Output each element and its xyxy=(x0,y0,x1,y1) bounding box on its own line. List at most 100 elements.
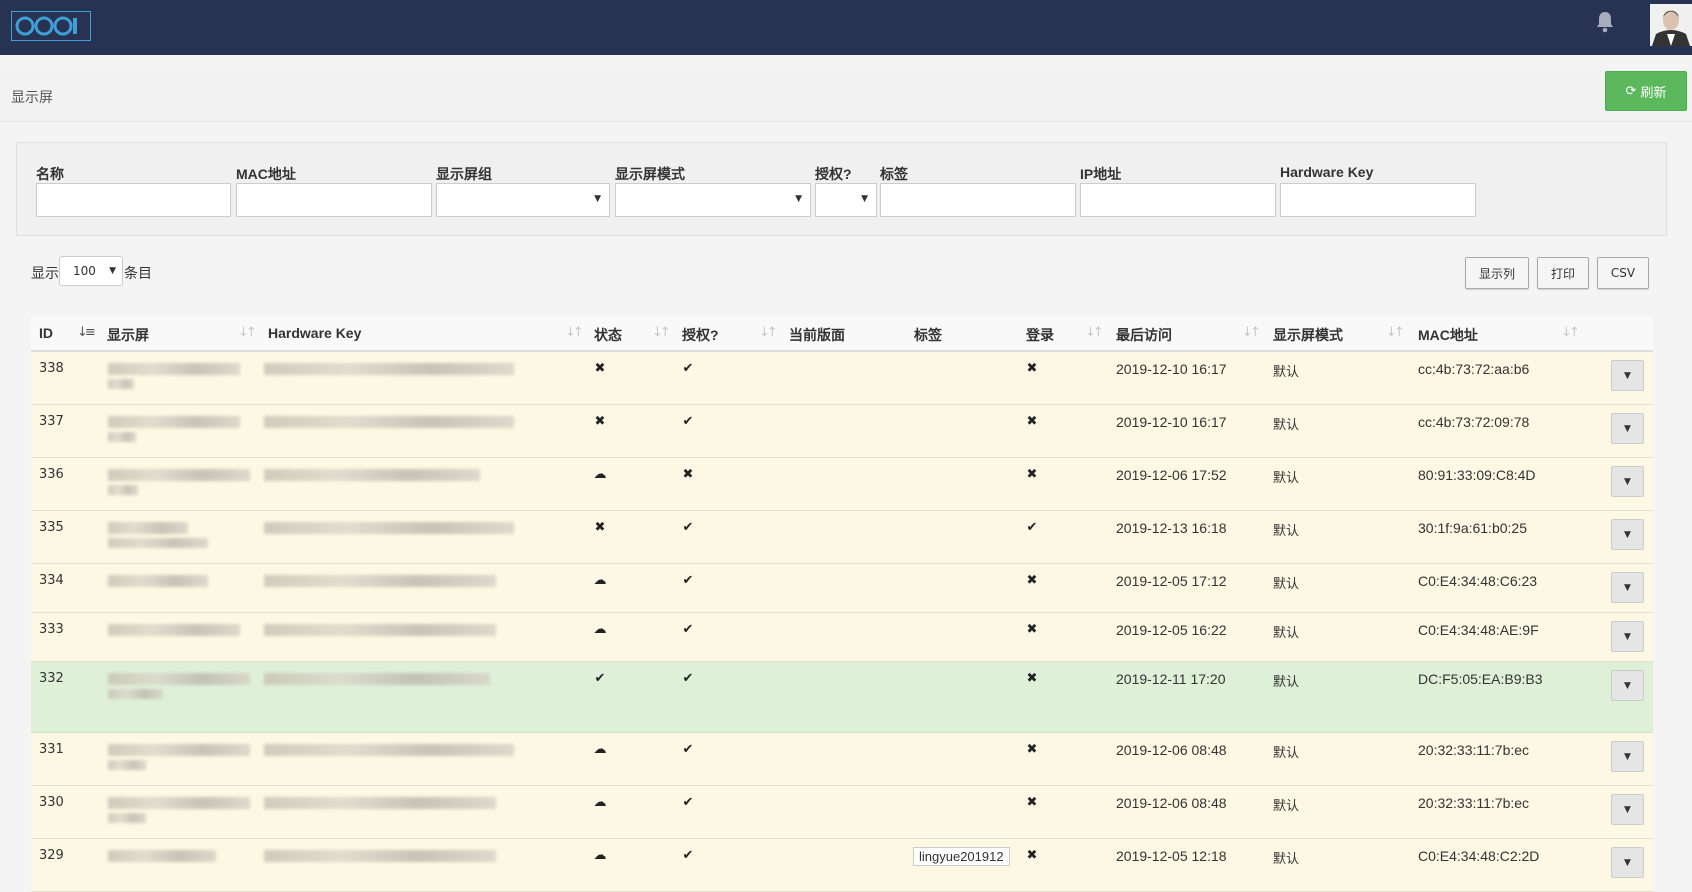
mac-address: 20:32:33:11:7b:ec xyxy=(1418,795,1530,811)
redacted-display-name[interactable] xyxy=(108,744,250,756)
sort-icon[interactable]: ↓↑ xyxy=(1085,325,1104,340)
table-row[interactable] xyxy=(31,405,1653,458)
sort-icon[interactable]: ↓↑ xyxy=(652,325,671,340)
refresh-button[interactable]: ⟳ 刷新 xyxy=(1605,71,1687,111)
login-cross-icon: ✖ xyxy=(1026,467,1038,482)
sort-icon[interactable]: ↓↑ xyxy=(1386,325,1405,340)
mac-address: C0:E4:34:48:C6:23 xyxy=(1418,573,1538,589)
column-header-hardware-key[interactable]: Hardware Key xyxy=(268,325,361,341)
tag-badge[interactable]: lingyue201912 xyxy=(913,847,1010,866)
sort-icon[interactable]: ↓↑ xyxy=(238,325,257,340)
display-mode: 默认 xyxy=(1273,852,1300,867)
redacted-display-name[interactable] xyxy=(108,363,240,375)
redacted-hardware-key xyxy=(264,797,496,809)
mac-address: 80:91:33:09:C8:4D xyxy=(1418,467,1536,483)
print-button[interactable]: 打印 xyxy=(1537,257,1589,289)
entries-label: 条目 xyxy=(124,266,152,282)
sort-icon[interactable]: ↓↑ xyxy=(565,325,584,340)
filter-label-mode: 显示屏模式 xyxy=(615,166,685,182)
sort-desc-icon[interactable]: ↓≡ xyxy=(77,325,96,340)
chevron-down-icon: ▼ xyxy=(1624,804,1631,815)
column-header-mode[interactable]: 显示屏模式 xyxy=(1273,325,1343,345)
login-cross-icon: ✖ xyxy=(1026,414,1038,429)
mode-filter-select[interactable]: ▼ xyxy=(615,183,811,217)
row-id: 333 xyxy=(39,622,64,637)
column-header-authorised[interactable]: 授权? xyxy=(682,325,719,345)
redacted-hardware-key xyxy=(264,673,490,685)
chevron-down-icon: ▼ xyxy=(861,194,868,204)
mac-filter-input[interactable] xyxy=(236,183,432,217)
chevron-down-icon: ▼ xyxy=(1624,476,1631,487)
redacted-display-name[interactable] xyxy=(108,416,240,428)
row-actions-button[interactable]: ▼ xyxy=(1611,466,1644,497)
column-header-login[interactable]: 登录 xyxy=(1026,325,1054,345)
column-header-id[interactable]: ID xyxy=(39,325,53,341)
tags-filter-input[interactable] xyxy=(880,183,1076,217)
row-actions-button[interactable]: ▼ xyxy=(1611,847,1644,878)
redacted-hardware-key xyxy=(264,469,480,481)
sort-icon[interactable]: ↓↑ xyxy=(1561,325,1580,340)
csv-button[interactable]: CSV xyxy=(1597,257,1649,289)
group-filter-select[interactable]: ▼ xyxy=(436,183,610,217)
redacted-display-name[interactable] xyxy=(108,575,208,587)
table-row[interactable] xyxy=(31,458,1653,511)
authorised-check-icon: ✔ xyxy=(682,795,694,810)
hardware-key-filter-input[interactable] xyxy=(1280,183,1476,217)
column-header-tags[interactable]: 标签 xyxy=(914,325,942,345)
logo[interactable] xyxy=(11,11,91,41)
column-header-status[interactable]: 状态 xyxy=(594,325,622,345)
redacted-display-name xyxy=(108,538,208,548)
filter-label-mac: MAC地址 xyxy=(236,166,296,182)
row-actions-button[interactable]: ▼ xyxy=(1611,360,1644,391)
status-cloud-icon: ☁ xyxy=(593,848,607,863)
table-row[interactable] xyxy=(31,786,1653,839)
table-row[interactable] xyxy=(31,613,1653,662)
top-navbar xyxy=(0,0,1692,55)
authorised-filter-select[interactable]: ▼ xyxy=(815,183,877,217)
user-avatar[interactable] xyxy=(1650,4,1692,46)
ip-filter-input[interactable] xyxy=(1080,183,1276,217)
table-row[interactable] xyxy=(31,733,1653,786)
redacted-display-name[interactable] xyxy=(108,673,250,685)
row-actions-button[interactable]: ▼ xyxy=(1611,572,1644,603)
table-row[interactable] xyxy=(31,839,1653,892)
row-id: 334 xyxy=(39,573,64,588)
row-actions-button[interactable]: ▼ xyxy=(1611,794,1644,825)
column-header-mac[interactable]: MAC地址 xyxy=(1418,325,1478,345)
row-id: 336 xyxy=(39,467,64,482)
row-actions-button[interactable]: ▼ xyxy=(1611,621,1644,652)
row-actions-button[interactable]: ▼ xyxy=(1611,670,1644,701)
sort-icon[interactable]: ↓↑ xyxy=(1242,325,1261,340)
chevron-down-icon: ▼ xyxy=(1624,680,1631,691)
redacted-display-name[interactable] xyxy=(108,624,240,636)
redacted-display-name[interactable] xyxy=(108,469,250,481)
display-mode: 默认 xyxy=(1273,524,1300,539)
sort-icon[interactable]: ↓↑ xyxy=(759,325,778,340)
row-actions-button[interactable]: ▼ xyxy=(1611,519,1644,550)
table-row[interactable] xyxy=(31,564,1653,613)
display-mode: 默认 xyxy=(1273,746,1300,761)
notification-bell-icon[interactable] xyxy=(1593,11,1617,35)
columns-button[interactable]: 显示列 xyxy=(1465,257,1529,289)
row-actions-button[interactable]: ▼ xyxy=(1611,413,1644,444)
display-mode: 默认 xyxy=(1273,418,1300,433)
chevron-down-icon: ▼ xyxy=(109,266,116,276)
redacted-display-name[interactable] xyxy=(108,522,188,534)
redacted-hardware-key xyxy=(264,624,496,636)
table-row[interactable] xyxy=(31,352,1653,405)
row-actions-button[interactable]: ▼ xyxy=(1611,741,1644,772)
login-cross-icon: ✖ xyxy=(1026,622,1038,637)
column-header-display[interactable]: 显示屏 xyxy=(107,325,149,345)
table-row[interactable] xyxy=(31,511,1653,564)
column-header-current-layout[interactable]: 当前版面 xyxy=(789,325,845,345)
redacted-display-name xyxy=(108,485,138,495)
redacted-display-name xyxy=(108,813,146,823)
display-mode: 默认 xyxy=(1273,675,1300,690)
redacted-display-name xyxy=(108,432,136,442)
authorised-check-icon: ✔ xyxy=(682,742,694,757)
page-size-select[interactable]: 100 ▼ xyxy=(59,256,123,286)
column-header-last-access[interactable]: 最后访问 xyxy=(1116,325,1172,345)
redacted-display-name[interactable] xyxy=(108,797,250,809)
name-filter-input[interactable] xyxy=(36,183,231,217)
redacted-display-name[interactable] xyxy=(108,850,216,862)
